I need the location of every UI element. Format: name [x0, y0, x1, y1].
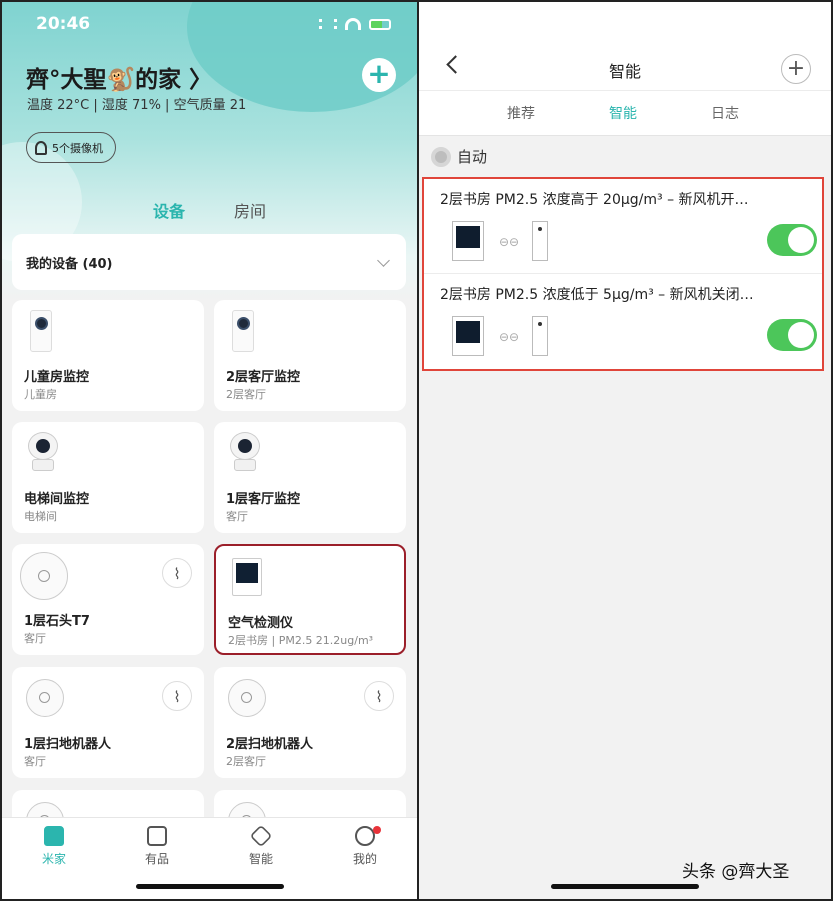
- device-card-highlighted[interactable]: 空气检测仪 2层书房 | PM2.5 21.2ug/m³: [214, 544, 406, 655]
- dome-camera-icon: [28, 432, 58, 472]
- robot-vacuum-icon: [228, 679, 266, 717]
- robot-vacuum-icon: [20, 552, 68, 600]
- home-environment: 温度 22°C | 湿度 71% | 空气质量 21: [27, 98, 247, 113]
- dome-camera-icon: [230, 432, 260, 472]
- tab-smart[interactable]: 智能: [231, 824, 291, 867]
- broom-icon[interactable]: ⌇: [364, 681, 394, 711]
- device-card[interactable]: ⌇ 1层扫地机器人 客厅: [12, 667, 204, 778]
- automation-rule[interactable]: 2层书房 PM2.5 浓度低于 5μg/m³ – 新风机关闭… ⊖⊖: [424, 274, 822, 369]
- my-devices-label: 我的设备 (40): [26, 256, 113, 272]
- home-indicator: [136, 884, 284, 889]
- device-room: 客厅: [24, 632, 46, 645]
- tab-mine[interactable]: 我的: [335, 826, 395, 867]
- chevron-down-icon: [377, 253, 390, 267]
- rule-toggle[interactable]: [767, 319, 817, 351]
- auto-section-header: 自动: [431, 146, 487, 167]
- page-title: 智能: [608, 62, 641, 81]
- wifi-icon: [345, 18, 361, 30]
- device-name: 1层扫地机器人: [24, 737, 112, 752]
- device-name: 电梯间监控: [24, 492, 90, 507]
- link-icon: ⊖⊖: [499, 330, 520, 344]
- device-name: 1层石头T7: [24, 614, 90, 629]
- device-card[interactable]: 2层客厅监控 2层客厅: [214, 300, 406, 411]
- device-room: 2层书房 | PM2.5 21.2ug/m³: [228, 634, 374, 647]
- left-phone: 20:46 齊°大聖🐒的家 〉 + 温度 22°C | 湿度 71% | 空气质…: [2, 2, 417, 899]
- robot-vacuum-icon: [26, 679, 64, 717]
- bag-icon: [147, 826, 167, 846]
- automation-rule[interactable]: 2层书房 PM2.5 浓度高于 20μg/m³ – 新风机开… ⊖⊖: [424, 179, 822, 274]
- home-title[interactable]: 齊°大聖🐒的家 〉: [26, 60, 212, 94]
- add-device-button[interactable]: +: [362, 58, 396, 92]
- device-card[interactable]: ⌇ 1层石头T7 客厅: [12, 544, 204, 655]
- device-name: 1层客厅监控: [226, 492, 301, 507]
- tab-label: 有品: [144, 852, 169, 866]
- device-room: 2层客厅: [226, 755, 266, 768]
- tab-label: 智能: [248, 852, 273, 866]
- divider: [419, 90, 831, 91]
- device-card[interactable]: ⌇ 2层扫地机器人 2层客厅: [214, 667, 406, 778]
- home-icon: [44, 826, 64, 846]
- device-card[interactable]: 1层客厅监控 客厅: [214, 422, 406, 533]
- segment-rooms[interactable]: 房间: [234, 198, 266, 222]
- air-purifier-icon: [532, 316, 548, 356]
- watermark: 头条 @齊大圣: [682, 862, 790, 882]
- smart-header: 智能 + 推荐 智能 日志: [419, 2, 831, 136]
- right-phone: 智能 + 推荐 智能 日志 自动 2层书房 PM2.5 浓度高于 20μg/m³…: [419, 2, 831, 899]
- tab-label: 米家: [41, 852, 66, 866]
- air-monitor-icon: [452, 221, 484, 261]
- device-name: 儿童房监控: [24, 370, 90, 385]
- tab-youpin[interactable]: 有品: [127, 826, 187, 867]
- battery-icon: [369, 18, 391, 30]
- rule-text: 2层书房 PM2.5 浓度高于 20μg/m³ – 新风机开…: [440, 192, 749, 208]
- air-monitor-icon: [232, 558, 262, 596]
- link-icon: ⊖⊖: [499, 235, 520, 249]
- face-icon: [355, 826, 375, 846]
- tab-log[interactable]: 日志: [711, 103, 739, 123]
- status-time: 20:46: [36, 14, 91, 34]
- home-indicator: [551, 884, 699, 889]
- device-name: 空气检测仪: [228, 616, 294, 631]
- segment-devices[interactable]: 设备: [153, 198, 185, 222]
- camera-count-label: 5个摄像机: [52, 141, 103, 155]
- device-room: 2层客厅: [226, 388, 266, 401]
- broom-icon[interactable]: ⌇: [162, 681, 192, 711]
- device-name: 2层客厅监控: [226, 370, 301, 385]
- camera-device-icon: [232, 310, 254, 352]
- cube-icon: [249, 824, 273, 848]
- device-room: 客厅: [24, 755, 46, 768]
- broom-icon[interactable]: ⌇: [162, 558, 192, 588]
- tab-mijia[interactable]: 米家: [24, 826, 84, 867]
- status-icons: [319, 18, 391, 30]
- camera-count-button[interactable]: 5个摄像机: [26, 132, 116, 163]
- device-name: 2层扫地机器人: [226, 737, 314, 752]
- tab-recommend[interactable]: 推荐: [507, 103, 535, 123]
- air-purifier-icon: [532, 221, 548, 261]
- tab-label: 我的: [352, 852, 377, 866]
- rule-text: 2层书房 PM2.5 浓度低于 5μg/m³ – 新风机关闭…: [440, 287, 754, 303]
- device-card[interactable]: 儿童房监控 儿童房: [12, 300, 204, 411]
- phone-divider: [417, 0, 419, 901]
- automation-list: 2层书房 PM2.5 浓度高于 20μg/m³ – 新风机开… ⊖⊖ 2层书房 …: [422, 177, 824, 371]
- auto-icon: [431, 146, 451, 167]
- rule-toggle[interactable]: [767, 224, 817, 256]
- add-scene-button[interactable]: +: [781, 54, 811, 84]
- device-room: 电梯间: [24, 510, 57, 523]
- device-room: 儿童房: [24, 388, 57, 401]
- camera-icon: [35, 140, 47, 155]
- my-devices-dropdown[interactable]: 我的设备 (40): [12, 234, 406, 290]
- device-card[interactable]: 电梯间监控 电梯间: [12, 422, 204, 533]
- auto-label: 自动: [457, 148, 488, 166]
- signal-icon: [319, 19, 337, 29]
- air-monitor-icon: [452, 316, 484, 356]
- notification-dot: [373, 826, 381, 834]
- tab-smart[interactable]: 智能: [609, 103, 637, 123]
- camera-device-icon: [30, 310, 52, 352]
- device-room: 客厅: [226, 510, 248, 523]
